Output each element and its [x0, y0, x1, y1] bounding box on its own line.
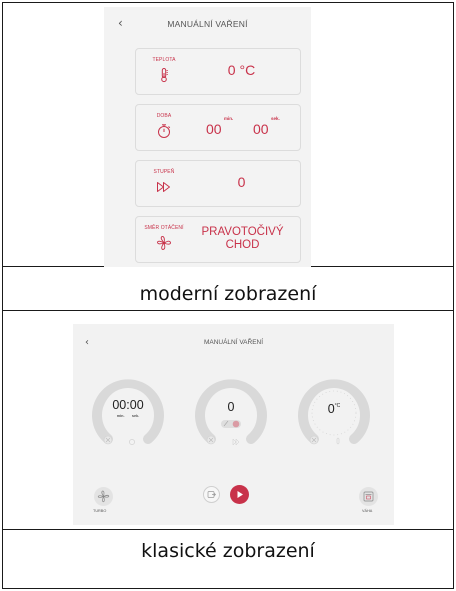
time-dial-ring: [92, 379, 164, 445]
turbo-label: TURBO: [93, 509, 107, 513]
modern-caption: moderní zobrazení: [139, 283, 317, 305]
modern-screen: ‹ MANUÁLNÍ VAŘENÍ TEPLOTA 0 °C DOBA 00 m…: [104, 7, 311, 267]
fan-rotation-icon: [157, 236, 171, 250]
fan-icon: [97, 490, 110, 503]
rotation-card[interactable]: SMĚR OTÁČENÍ PRAVOTOČIVÝ CHOD: [135, 216, 301, 263]
speed-card[interactable]: STUPEŇ 0: [135, 160, 301, 207]
temperature-label: TEPLOTA: [152, 57, 176, 63]
fast-forward-icon: [157, 182, 170, 192]
play-icon: [237, 491, 243, 498]
time-value: 00:00: [112, 398, 144, 412]
rotation-value: PRAVOTOČIVÝ CHOD: [191, 226, 294, 252]
classic-caption: klasické zobrazení: [141, 540, 315, 562]
scale-label: VÁHA: [362, 509, 373, 513]
duration-label: DOBA: [156, 113, 172, 119]
temperature-unit: °C: [334, 403, 341, 409]
duration-minutes: 00: [206, 121, 222, 137]
time-dial[interactable]: 00:00 min. sek.: [91, 376, 165, 450]
min-unit: min.: [116, 414, 125, 418]
turbo-button[interactable]: [94, 487, 113, 506]
seconds-unit: sek.: [271, 116, 280, 121]
time-units: min. sek.: [91, 414, 165, 418]
speed-dial[interactable]: 0: [194, 376, 268, 450]
start-button[interactable]: [230, 485, 249, 504]
exit-icon: [207, 491, 216, 498]
scale-button[interactable]: [359, 487, 378, 506]
temperature-dial[interactable]: 0°C: [297, 376, 371, 450]
duration-display: 00 min. 00 sek.: [206, 116, 306, 141]
rotation-value-line1: PRAVOTOČIVÝ: [201, 226, 284, 238]
rotation-label: SMĚR OTÁČENÍ: [144, 225, 184, 231]
speed-value: 0: [237, 174, 246, 190]
sec-unit: sek.: [131, 414, 140, 418]
minutes-unit: min.: [224, 116, 234, 121]
timer-icon: [158, 124, 171, 138]
temperature-card[interactable]: TEPLOTA 0 °C: [135, 48, 301, 95]
thermometer-icon: [161, 68, 168, 83]
temperature-display: 0°C: [297, 402, 371, 416]
scale-icon: [363, 491, 374, 502]
speed-value: 0: [227, 400, 235, 414]
temperature-value: 0: [327, 402, 335, 416]
divider: [3, 310, 453, 311]
screen-title: MANUÁLNÍ VAŘENÍ: [167, 19, 248, 29]
classic-screen: ‹ MANUÁLNÍ VAŘENÍ 00:00 min. sek. 0 0°C …: [73, 324, 394, 525]
temperature-value: 0 °C: [227, 62, 256, 78]
speed-label: STUPEŇ: [153, 169, 175, 175]
divider: [3, 529, 453, 530]
duration-card[interactable]: DOBA 00 min. 00 sek.: [135, 104, 301, 151]
rotation-value-line2: CHOD: [225, 239, 260, 251]
duration-seconds: 00: [253, 121, 269, 137]
mode-button[interactable]: [203, 486, 220, 503]
screen-title: MANUÁLNÍ VAŘENÍ: [203, 339, 264, 346]
screen-header: ‹ MANUÁLNÍ VAŘENÍ: [104, 7, 311, 41]
